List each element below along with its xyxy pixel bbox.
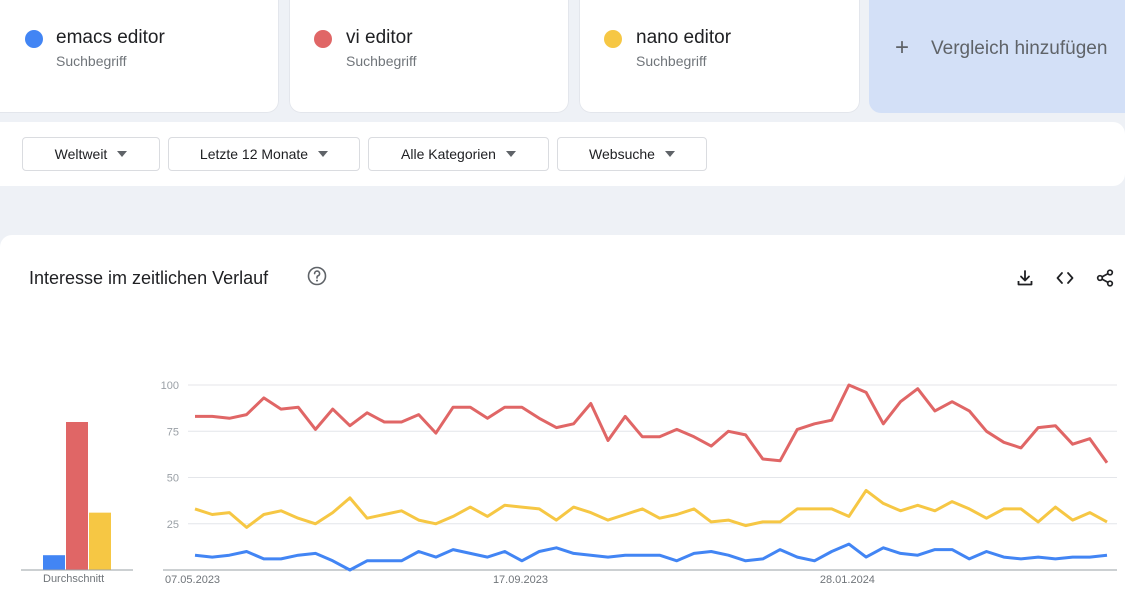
line-chart: 25 50 75 100 07.05.2023 17.09.2023 28.01.2024 <box>21 380 1117 586</box>
term-name: nano editor <box>636 27 732 48</box>
term-card-nano[interactable]: nano editor Suchbegriff <box>579 0 860 113</box>
average-bars <box>21 422 133 571</box>
y-tick-label: 50 <box>167 473 179 485</box>
x-tick-label: 28.01.2024 <box>820 574 875 586</box>
y-tick-label: 75 <box>167 426 179 438</box>
chevron-down-icon <box>505 151 516 157</box>
average-bar-nano-editor[interactable] <box>89 512 111 570</box>
search-terms-bar: emacs editor Suchbegriff vi editor Suchb… <box>0 0 1125 113</box>
add-comparison-button[interactable]: + Vergleich hinzufügen <box>869 0 1125 113</box>
plus-icon: + <box>895 34 910 61</box>
term-type: Suchbegriff <box>56 53 127 69</box>
series-line-nano-editor[interactable] <box>194 488 1108 529</box>
series-line-emacs-editor[interactable] <box>194 542 1108 572</box>
category-dropdown[interactable]: Alle Kategorien <box>368 137 549 171</box>
series-color-dot <box>314 30 332 48</box>
series-line-vi-editor[interactable] <box>195 383 1109 464</box>
filter-bar: Weltweit Letzte 12 Monate Alle Kategorie… <box>0 122 1125 186</box>
x-tick-label: 17.09.2023 <box>493 574 548 586</box>
chevron-down-icon <box>664 151 675 157</box>
y-tick-label: 25 <box>167 519 179 531</box>
term-type: Suchbegriff <box>636 53 707 69</box>
grid-lines: 25 50 75 100 <box>161 380 1117 571</box>
dropdown-label: Alle Kategorien <box>401 146 496 162</box>
x-tick-label: 07.05.2023 <box>165 574 220 586</box>
dropdown-label: Weltweit <box>54 146 108 162</box>
term-name: emacs editor <box>56 27 165 48</box>
interest-over-time-panel: Interesse im zeitlichen Verlauf 25 50 75 10… <box>0 235 1125 614</box>
x-axis-labels: 07.05.2023 17.09.2023 28.01.2024 <box>165 574 875 586</box>
term-card-vi[interactable]: vi editor Suchbegriff <box>289 0 569 113</box>
average-bar-emacs-editor[interactable] <box>43 555 65 570</box>
region-dropdown[interactable]: Weltweit <box>22 137 160 171</box>
series-color-dot <box>604 30 622 48</box>
chevron-down-icon <box>318 151 329 157</box>
add-comparison-label: Vergleich hinzufügen <box>931 38 1108 59</box>
term-type: Suchbegriff <box>346 53 417 69</box>
search-type-dropdown[interactable]: Websuche <box>557 137 707 171</box>
term-name: vi editor <box>346 27 413 48</box>
chevron-down-icon <box>117 151 128 157</box>
time-range-dropdown[interactable]: Letzte 12 Monate <box>168 137 360 171</box>
average-label: Durchschnitt <box>43 573 105 585</box>
average-bar-vi-editor[interactable] <box>66 422 88 570</box>
dropdown-label: Websuche <box>589 146 655 162</box>
term-card-emacs[interactable]: emacs editor Suchbegriff <box>0 0 279 113</box>
dropdown-label: Letzte 12 Monate <box>199 146 309 162</box>
series-color-dot <box>25 30 43 48</box>
y-tick-label: 100 <box>161 380 179 392</box>
